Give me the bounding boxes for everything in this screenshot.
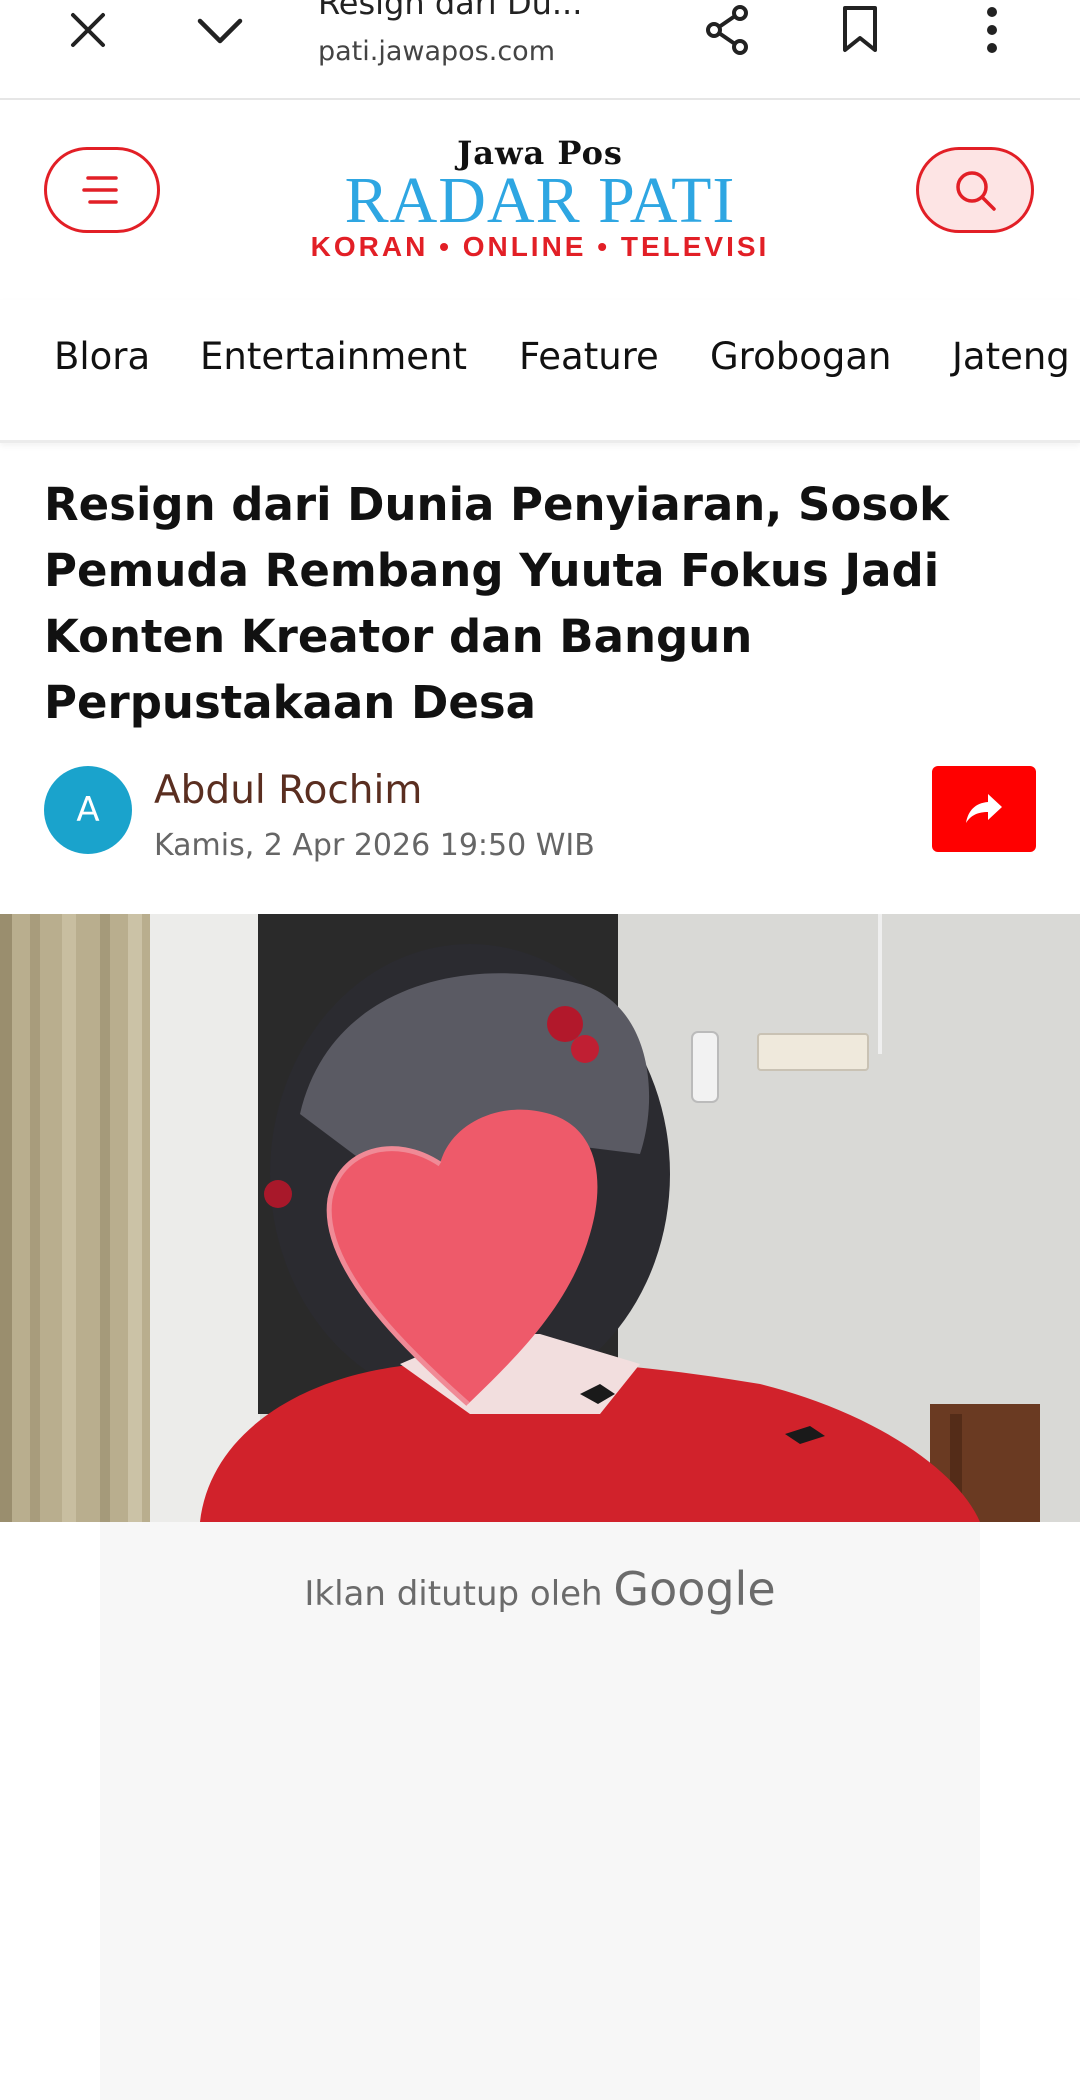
bookmark-icon: [843, 6, 877, 52]
ad-container: Iklan ditutup oleh Google: [100, 1522, 980, 2100]
logo-sub-text: KORAN • ONLINE • TELEVISI: [310, 231, 770, 262]
close-icon: [71, 13, 105, 47]
article-photo-image: [0, 914, 1080, 1522]
bookmark-button[interactable]: [820, 0, 900, 60]
ad-closed-message: Iklan ditutup oleh Google: [100, 1562, 980, 1616]
share-page-button[interactable]: [688, 0, 768, 60]
logo-main-text: RADAR PATI: [344, 164, 736, 237]
article-photo[interactable]: [0, 914, 1080, 1522]
author-name[interactable]: Abdul Rochim: [154, 768, 422, 813]
more-options-button[interactable]: [952, 0, 1032, 60]
site-logo[interactable]: Jawa Pos RADAR PATI KORAN • ONLINE • TEL…: [270, 136, 810, 262]
more-vert-icon: [987, 7, 997, 53]
publish-date: Kamis, 2 Apr 2026 19:50 WIB: [154, 828, 595, 863]
close-tab-button[interactable]: [48, 0, 128, 60]
search-button[interactable]: [916, 147, 1034, 233]
chevron-down-icon: [197, 18, 243, 44]
category-nav: Blora Entertainment Feature Grobogan Jat…: [0, 300, 1080, 443]
nav-item-jateng[interactable]: Jateng: [952, 335, 1070, 378]
ad-closed-text: Iklan ditutup oleh: [304, 1574, 603, 1614]
author-avatar[interactable]: A: [44, 766, 132, 854]
search-icon: [956, 171, 996, 211]
page: Resign dari Du... pati.jawapos.com Jawa …: [0, 0, 1080, 2100]
share-arrow-icon: [966, 794, 1002, 823]
avatar-letter: A: [76, 790, 100, 830]
nav-item-entertainment[interactable]: Entertainment: [200, 335, 467, 378]
menu-button[interactable]: [44, 147, 160, 233]
share-icon: [706, 5, 748, 55]
collapse-button[interactable]: [180, 0, 260, 60]
nav-item-grobogan[interactable]: Grobogan: [710, 335, 891, 378]
article-headline: Resign dari Dunia Penyiaran, Sosok Pemud…: [44, 478, 950, 729]
menu-icon: [82, 176, 118, 204]
share-article-button[interactable]: [932, 766, 1036, 852]
url-display[interactable]: pati.jawapos.com: [318, 36, 648, 72]
nav-item-blora[interactable]: Blora: [54, 335, 150, 378]
browser-toolbar: Resign dari Du... pati.jawapos.com: [0, 0, 1080, 100]
nav-item-feature[interactable]: Feature: [519, 335, 659, 378]
google-wordmark: Google: [613, 1562, 776, 1616]
site-header: Jawa Pos RADAR PATI KORAN • ONLINE • TEL…: [0, 100, 1080, 280]
page-title: Resign dari Du...: [318, 0, 583, 22]
